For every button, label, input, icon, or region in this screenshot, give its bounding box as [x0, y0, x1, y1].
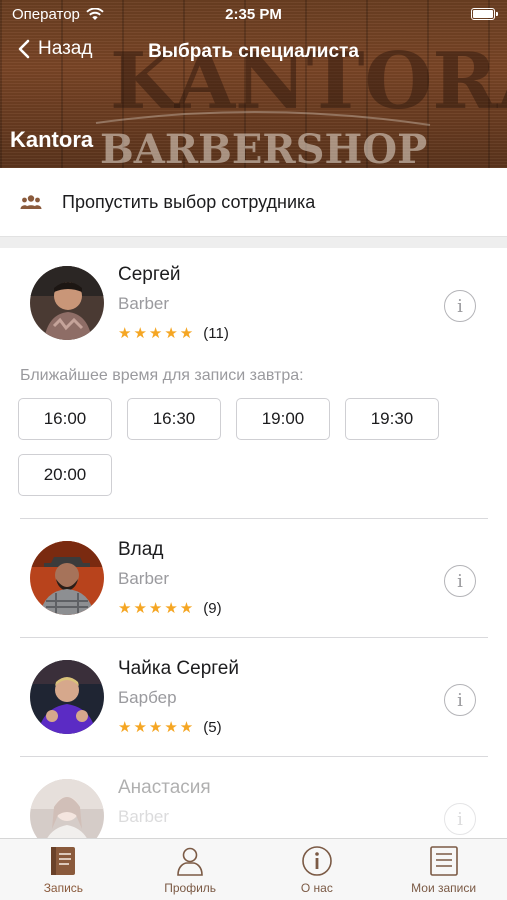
specialist-name: Чайка Сергей	[118, 658, 239, 679]
navigation-bar: Назад Выбрать специалиста	[0, 32, 507, 72]
review-count: (5)	[203, 718, 222, 736]
tab-label: Профиль	[164, 881, 217, 895]
specialist-name: Влад	[118, 539, 164, 560]
tab-label: Мои записи	[411, 881, 477, 895]
review-count: (11)	[203, 324, 229, 342]
specialist-card[interactable]: Влад Barber ★★★★★ (9) i	[0, 519, 507, 637]
specialists-list: Сергей Barber ★★★★★ (11) i Ближайшее вре…	[0, 248, 507, 838]
info-button[interactable]: i	[444, 565, 476, 597]
review-count: (9)	[203, 599, 222, 617]
rating-stars: ★★★★★	[118, 719, 196, 736]
avatar	[30, 779, 104, 838]
info-icon	[302, 846, 332, 876]
status-time: 2:35 PM	[225, 5, 282, 23]
skip-label: Пропустить выбор сотрудника	[62, 191, 316, 212]
specialist-role: Barber	[118, 807, 170, 826]
section-separator	[0, 236, 507, 248]
specialist-role: Barber	[118, 294, 170, 313]
time-slot[interactable]: 16:30	[127, 398, 221, 440]
tab-label: Запись	[43, 881, 84, 895]
shop-name: Kantora	[10, 127, 94, 152]
tab-about[interactable]: О нас	[254, 839, 381, 900]
specialist-role: Barber	[118, 569, 170, 588]
specialist-rating: ★★★★★ (11)	[118, 324, 229, 343]
info-button[interactable]: i	[444, 290, 476, 322]
group-icon	[20, 195, 42, 209]
avatar	[30, 541, 104, 615]
info-button[interactable]: i	[444, 803, 476, 835]
tab-bar: Запись Профиль О нас Мои записи	[0, 838, 507, 900]
specialist-card[interactable]: Сергей Barber ★★★★★ (11) i Ближайшее вре…	[0, 248, 507, 518]
tab-my-bookings[interactable]: Мои записи	[380, 839, 507, 900]
rating-stars: ★★★★★	[118, 600, 196, 617]
sign-bottom-text: BARBERSHOP	[100, 126, 427, 168]
rating-stars: ★★★★★	[118, 325, 196, 342]
nearest-time-label: Ближайшее время для записи завтра:	[20, 367, 304, 384]
tab-profile[interactable]: Профиль	[127, 839, 254, 900]
specialist-card[interactable]: Чайка Сергей Барбер ★★★★★ (5) i	[0, 638, 507, 756]
book-icon	[51, 847, 76, 875]
skip-specialist-row[interactable]: Пропустить выбор сотрудника	[0, 168, 507, 236]
specialist-rating: ★★★★★ (9)	[118, 599, 222, 618]
tab-booking[interactable]: Запись	[0, 839, 127, 900]
tab-label: О нас	[300, 881, 333, 895]
specialist-rating: ★★★★★ (5)	[118, 718, 222, 737]
header-banner: KANTORA BARBERSHOP Оператор 2:35 PM Наза…	[0, 0, 507, 168]
page-title: Выбрать специалиста	[148, 41, 359, 62]
avatar	[30, 660, 104, 734]
list-icon	[429, 846, 458, 876]
time-slot[interactable]: 19:00	[236, 398, 330, 440]
info-button[interactable]: i	[444, 684, 476, 716]
time-slot[interactable]: 16:00	[18, 398, 112, 440]
time-slot[interactable]: 20:00	[18, 454, 112, 496]
battery-icon	[471, 8, 498, 20]
specialist-name: Сергей	[118, 264, 181, 285]
specialist-name: Анастасия	[118, 777, 211, 798]
person-icon	[177, 847, 203, 876]
time-slot[interactable]: 19:30	[345, 398, 439, 440]
specialist-role: Барбер	[118, 688, 177, 707]
specialist-card[interactable]: Анастасия Barber i	[0, 757, 507, 838]
avatar	[30, 266, 104, 340]
status-bar: Оператор 2:35 PM	[0, 0, 507, 28]
